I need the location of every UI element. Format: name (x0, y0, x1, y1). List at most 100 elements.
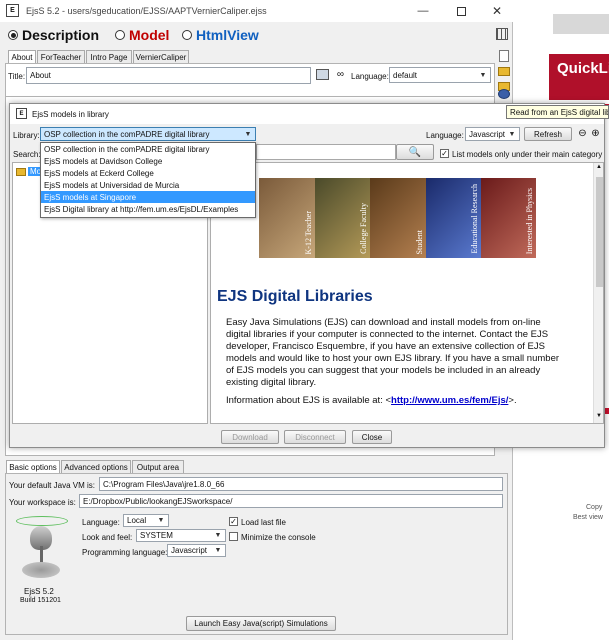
maximize-icon[interactable] (447, 3, 475, 19)
mode-model[interactable]: Model (115, 27, 169, 43)
look-feel-select[interactable]: SYSTEM ▼ (136, 529, 226, 542)
library-dropdown-list[interactable]: OSP collection in the comPADRE digital l… (40, 142, 256, 218)
list-models-label: List models only under their main catego… (452, 150, 603, 159)
tab-basic-options[interactable]: Basic options (6, 460, 60, 473)
dialog-language-label: Language: (426, 131, 464, 140)
banner-label: K-12 Teacher (304, 210, 313, 255)
banner-label: Student (415, 229, 424, 254)
download-icon[interactable] (498, 89, 510, 99)
copyright-text: Copy (586, 504, 603, 511)
close-icon[interactable]: ✕ (483, 3, 511, 19)
language-value: default (393, 70, 418, 80)
new-page-icon[interactable] (499, 50, 509, 62)
quicklink-text: QuickLi (557, 60, 609, 77)
radio-selected-icon (8, 30, 18, 40)
open-folder-icon[interactable] (498, 67, 510, 76)
download-button[interactable]: Download (221, 430, 279, 444)
library-option[interactable]: EjsS models at Universidad de Murcia (41, 179, 255, 191)
console-panel: Your default Java VM is: C:\Program File… (5, 473, 508, 635)
main-window-title: EjsS 5.2 - users/sgeducation/EJSS/AAPTVe… (26, 6, 267, 16)
logo-ring (16, 516, 68, 526)
info-prefix: Information about EJS is available at: < (226, 395, 392, 406)
dialog-language-value: Javascript (469, 129, 506, 139)
tab-about[interactable]: About (8, 50, 36, 63)
workspace-label: Your workspace is: (9, 498, 76, 507)
scroll-up-icon[interactable]: ▲ (596, 164, 602, 170)
image-icon[interactable] (316, 69, 329, 80)
mode-htmlview-label: HtmlView (196, 27, 259, 43)
bestview-text: Best view (573, 514, 603, 521)
library-option[interactable]: EjsS models at Eckerd College (41, 167, 255, 179)
banner-educational-research: Educational Research (426, 178, 481, 258)
prog-language-select[interactable]: Javascript ▼ (167, 544, 226, 557)
launch-button[interactable]: Launch Easy Java(script) Simulations (186, 616, 336, 631)
logo-name: EjsS 5.2 (24, 587, 54, 596)
library-option[interactable]: EjsS models at Davidson College (41, 155, 255, 167)
mode-bar: Description Model HtmlView (0, 22, 513, 48)
grid-menu-icon[interactable] (496, 28, 508, 40)
tab-intro-page[interactable]: Intro Page (86, 50, 132, 63)
scroll-thumb[interactable] (596, 177, 603, 287)
folder-icon (16, 168, 26, 176)
banner-label: Educational Research (470, 184, 479, 254)
tab-output-area[interactable]: Output area (132, 460, 184, 473)
banner-label: College Faculty (359, 203, 368, 254)
logo-base (22, 562, 60, 578)
search-input[interactable] (256, 144, 396, 160)
library-info-panel: K-12 Teacher College Faculty Student Edu… (210, 162, 604, 424)
tab-advanced-options[interactable]: Advanced options (61, 460, 131, 473)
zoom-out-icon[interactable]: ⊖ (577, 128, 588, 139)
mode-description-label: Description (22, 27, 100, 43)
console-language-label: Language: (82, 518, 120, 527)
load-last-checkbox[interactable]: ✓ (229, 517, 238, 526)
console-language-value: Local (127, 516, 147, 525)
library-option-highlighted[interactable]: EjsS models at Singapore (41, 191, 255, 203)
info-suffix: >. (508, 395, 517, 406)
list-models-checkbox[interactable]: ✓ (440, 149, 449, 158)
library-option[interactable]: OSP collection in the comPADRE digital l… (41, 143, 255, 155)
tab-forteacher[interactable]: ForTeacher (37, 50, 85, 63)
console-language-select[interactable]: Local ▼ (123, 514, 169, 527)
comPADRE-banner: K-12 Teacher College Faculty Student Edu… (259, 178, 536, 258)
title-input[interactable]: About (26, 67, 311, 84)
chevron-down-icon: ▼ (508, 130, 516, 138)
look-feel-value: SYSTEM (140, 531, 173, 540)
main-title-bar: E EjsS 5.2 - users/sgeducation/EJSS/AAPT… (0, 0, 513, 22)
library-option[interactable]: EjsS Digital library at http://fem.um.es… (41, 203, 255, 215)
language-label: Language: (351, 72, 389, 81)
mode-description[interactable]: Description (8, 27, 99, 43)
ejs-website-link[interactable]: http://www.um.es/fem/Ejs/ (391, 395, 508, 406)
scroll-down-icon[interactable]: ▼ (596, 413, 602, 419)
minimize-console-checkbox[interactable] (229, 532, 238, 541)
ejss-app-icon: E (6, 4, 19, 17)
java-vm-input[interactable]: C:\Program Files\Java\jre1.8.0_66 (99, 477, 503, 491)
load-last-label: Load last file (241, 518, 286, 527)
minimize-icon[interactable]: — (409, 3, 437, 19)
zoom-in-icon[interactable]: ⊕ (590, 128, 601, 139)
info-scrollbar[interactable]: ▲ ▼ (593, 163, 603, 423)
language-select[interactable]: default ▼ (389, 67, 491, 83)
chevron-down-icon: ▼ (157, 517, 165, 524)
library-dialog: E EjsS models in library Library: OSP co… (9, 103, 605, 448)
library-heading: EJS Digital Libraries (217, 288, 373, 305)
search-label: Search: (13, 150, 41, 159)
logo-build: Build 151201 (20, 597, 61, 604)
link-icon[interactable]: ∞ (334, 69, 347, 80)
search-icon: 🔍 (408, 146, 422, 158)
mode-htmlview[interactable]: HtmlView (182, 27, 259, 43)
close-button[interactable]: Close (352, 430, 392, 444)
dialog-language-select[interactable]: Javascript ▼ (465, 127, 520, 141)
dialog-title: EjsS models in library (32, 110, 109, 119)
tab-verniercaliper[interactable]: VernierCaliper (133, 50, 189, 63)
library-select[interactable]: OSP collection in the comPADRE digital l… (40, 127, 256, 141)
search-button[interactable]: 🔍 (396, 144, 434, 160)
disconnect-button[interactable]: Disconnect (284, 430, 346, 444)
background-red-bar (553, 14, 609, 34)
chevron-down-icon: ▼ (214, 532, 222, 539)
refresh-button[interactable]: Refresh (524, 127, 572, 141)
radio-icon (182, 30, 192, 40)
prog-language-value: Javascript (171, 546, 208, 555)
workspace-input[interactable]: E:/Dropbox/Public/lookangEJSworkspace/ (79, 494, 503, 508)
library-paragraph-1: Easy Java Simulations (EJS) can download… (226, 317, 560, 388)
banner-college-faculty: College Faculty (315, 178, 370, 258)
